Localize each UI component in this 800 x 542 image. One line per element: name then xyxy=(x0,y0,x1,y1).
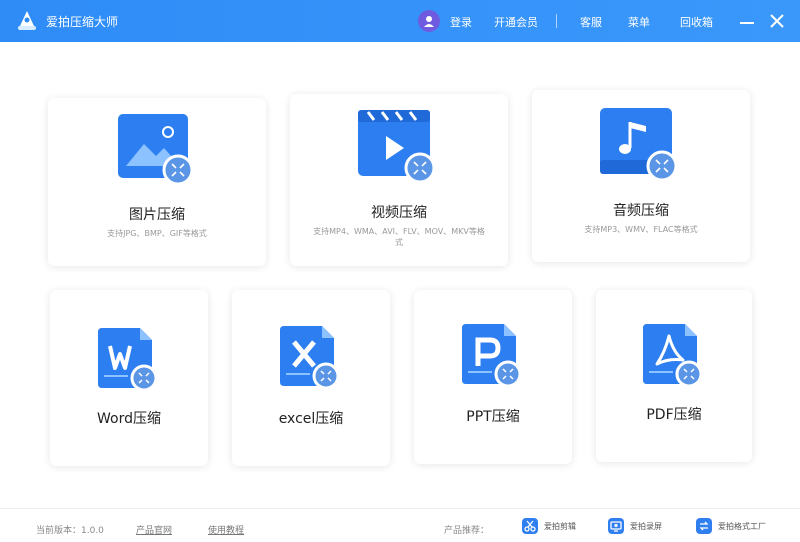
product-label: 爱拍格式工厂 xyxy=(718,521,766,531)
video-compress-card[interactable]: 视频压缩 支持MP4、WMA、AVI、FLV、MOV、MKV等格式 xyxy=(290,94,508,266)
ppt-compress-card[interactable]: PPT压缩 xyxy=(414,290,572,464)
image-compress-card[interactable]: 图片压缩 支持JPG、BMP、GIF等格式 xyxy=(48,98,266,266)
customer-service-link[interactable]: 客服 xyxy=(580,14,602,30)
app-title: 爱拍压缩大师 xyxy=(46,15,119,29)
product-aipai-format[interactable]: 爱拍格式工厂 xyxy=(696,518,766,534)
word-icon xyxy=(98,328,160,396)
product-aipai-edit[interactable]: 爱拍剪辑 xyxy=(522,518,576,534)
format-convert-icon xyxy=(696,518,712,534)
pdf-compress-card[interactable]: PDF压缩 xyxy=(596,290,752,462)
ppt-icon xyxy=(462,324,524,392)
card-title: Word压缩 xyxy=(97,411,161,427)
version-label: 当前版本：1.0.0 xyxy=(36,526,104,536)
vip-link[interactable]: 开通会员 xyxy=(494,14,538,30)
recycle-link[interactable]: 回收箱 xyxy=(680,14,713,30)
card-subtitle: 支持MP3、WMV、FLAC等格式 xyxy=(584,225,698,234)
excel-icon xyxy=(280,326,342,394)
excel-compress-card[interactable]: excel压缩 xyxy=(232,290,390,466)
card-subtitle: 支持JPG、BMP、GIF等格式 xyxy=(107,229,207,238)
image-icon xyxy=(118,114,196,190)
product-label: 爱拍剪辑 xyxy=(544,521,576,531)
menu-link[interactable]: 菜单 xyxy=(628,14,650,30)
product-label: 爱拍录屏 xyxy=(630,521,662,531)
card-title: 图片压缩 xyxy=(129,207,185,223)
minimize-icon[interactable] xyxy=(736,10,758,32)
word-compress-card[interactable]: Word压缩 xyxy=(50,290,208,466)
title-bar: 爱拍压缩大师 登录 开通会员 客服 菜单 回收箱 xyxy=(0,0,800,42)
card-title: PPT压缩 xyxy=(466,409,520,425)
card-title: 视频压缩 xyxy=(371,205,427,221)
tutorial-link[interactable]: 使用教程 xyxy=(208,523,244,536)
login-link[interactable]: 登录 xyxy=(450,14,472,30)
card-title: PDF压缩 xyxy=(646,407,702,423)
pdf-icon xyxy=(643,324,705,392)
official-site-link[interactable]: 产品官网 xyxy=(136,523,172,536)
close-icon[interactable] xyxy=(766,10,788,32)
music-icon xyxy=(600,108,680,186)
app-logo-icon xyxy=(18,11,36,30)
product-aipai-record[interactable]: 爱拍录屏 xyxy=(608,518,662,534)
scissors-icon xyxy=(522,518,538,534)
user-avatar-icon[interactable] xyxy=(418,10,440,32)
card-title: excel压缩 xyxy=(278,411,344,427)
card-title: 音频压缩 xyxy=(613,203,669,219)
card-subtitle: 支持MP4、WMA、AVI、FLV、MOV、MKV等格式 xyxy=(313,227,485,247)
nav-separator xyxy=(556,14,557,28)
recommend-label: 产品推荐： xyxy=(444,526,490,536)
video-icon xyxy=(358,110,438,188)
audio-compress-card[interactable]: 音频压缩 支持MP3、WMV、FLAC等格式 xyxy=(532,90,750,262)
footer: 当前版本：1.0.0 产品官网 使用教程 产品推荐： 爱拍剪辑 爱拍录屏 爱拍格… xyxy=(0,508,800,542)
screen-record-icon xyxy=(608,518,624,534)
